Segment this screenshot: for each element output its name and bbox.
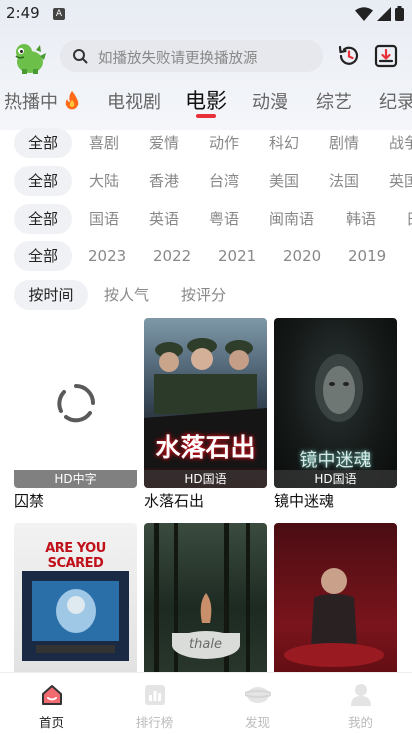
quality-badge: HD国语 bbox=[274, 470, 397, 488]
bottom-navigation: 首页 排行榜 发现 我的 bbox=[0, 672, 412, 734]
movie-title: 镜中迷魂 bbox=[274, 492, 335, 510]
discover-icon bbox=[244, 687, 271, 703]
filter-language: 全部 国语 英语 粤语 闽南语 韩语 日语 bbox=[0, 204, 412, 234]
movie-card[interactable]: ARE YOU SCARED bbox=[14, 523, 137, 672]
poster-title-text: 镜中迷魂 bbox=[299, 450, 372, 471]
filter-chip[interactable]: 英国 bbox=[389, 166, 412, 196]
filter-chip[interactable]: 动作 bbox=[209, 128, 239, 158]
filter-chip[interactable]: 按评分 bbox=[181, 280, 226, 310]
filter-chip[interactable]: 闽南语 bbox=[269, 204, 314, 234]
profile-icon bbox=[350, 684, 371, 706]
filter-chip[interactable]: 国语 bbox=[89, 204, 119, 234]
wifi-icon bbox=[355, 6, 373, 21]
poster-artwork bbox=[284, 568, 384, 667]
movie-poster: 镜中迷魂 HD国语 bbox=[274, 318, 397, 488]
history-icon[interactable] bbox=[337, 44, 361, 68]
poster-title-text: 水落石出 bbox=[155, 433, 256, 462]
filter-chip[interactable]: 英语 bbox=[149, 204, 179, 234]
battery-icon bbox=[395, 6, 404, 21]
category-tabs: 热播中 电视剧 电影 动漫 综艺 纪录 bbox=[0, 84, 412, 124]
app-logo-icon[interactable] bbox=[10, 40, 48, 74]
nav-label: 发现 bbox=[244, 715, 270, 730]
movie-poster bbox=[274, 523, 397, 672]
movie-poster: HD中字 bbox=[14, 318, 137, 488]
quality-badge: HD中字 bbox=[14, 470, 137, 488]
filter-chip[interactable]: 粤语 bbox=[209, 204, 239, 234]
filter-chip[interactable]: 战争 bbox=[389, 128, 412, 158]
nav-label: 我的 bbox=[347, 715, 373, 730]
ranking-icon bbox=[144, 685, 165, 705]
filter-genre: 全部 喜剧 爱情 动作 科幻 剧情 战争 bbox=[0, 128, 412, 158]
filter-chip[interactable]: 全部 bbox=[14, 204, 72, 234]
movie-card[interactable] bbox=[274, 523, 397, 672]
filter-chip[interactable]: 全部 bbox=[14, 128, 72, 158]
notification-app-icon: A bbox=[53, 8, 65, 20]
nav-profile[interactable]: 我的 bbox=[309, 673, 412, 734]
search-bar[interactable]: 如播放失败请更换播放源 bbox=[60, 40, 323, 72]
nav-label: 排行榜 bbox=[135, 715, 174, 730]
filter-chip[interactable]: 全部 bbox=[14, 241, 72, 271]
download-icon[interactable] bbox=[374, 44, 398, 68]
nav-home[interactable]: 首页 bbox=[0, 673, 103, 734]
movie-title: 囚禁 bbox=[14, 492, 45, 510]
nav-label: 首页 bbox=[38, 715, 64, 730]
active-tab-indicator bbox=[196, 114, 216, 118]
nav-ranking[interactable]: 排行榜 bbox=[103, 673, 206, 734]
filter-chip[interactable]: 韩语 bbox=[346, 204, 376, 234]
signal-icon bbox=[377, 6, 391, 21]
status-indicators bbox=[355, 6, 404, 21]
tab-variety[interactable]: 综艺 bbox=[316, 88, 352, 114]
quality-badge: HD国语 bbox=[144, 470, 267, 488]
fire-icon bbox=[65, 91, 79, 110]
filter-chip[interactable]: 香港 bbox=[149, 166, 179, 196]
home-icon bbox=[41, 685, 62, 705]
filter-chip[interactable]: 2019 bbox=[348, 241, 386, 271]
filter-chip[interactable]: 按时间 bbox=[14, 280, 88, 310]
status-time: 2:49 bbox=[6, 4, 40, 22]
filter-year: 全部 2023 2022 2021 2020 2019 bbox=[0, 241, 412, 271]
filter-chip[interactable]: 2020 bbox=[283, 241, 321, 271]
movie-title: 水落石出 bbox=[144, 492, 205, 510]
filter-chip[interactable]: 法国 bbox=[329, 166, 359, 196]
filter-chip[interactable]: 大陆 bbox=[89, 166, 119, 196]
search-placeholder: 如播放失败请更换播放源 bbox=[98, 51, 258, 67]
filter-chip[interactable]: 2022 bbox=[153, 241, 191, 271]
filter-chip[interactable]: 喜剧 bbox=[89, 128, 119, 158]
filter-chip[interactable]: 台湾 bbox=[209, 166, 239, 196]
search-icon bbox=[73, 49, 88, 64]
tab-tv-series[interactable]: 电视剧 bbox=[107, 88, 161, 114]
loading-spinner-icon bbox=[57, 384, 95, 423]
movie-poster: 水落石出 HD国语 bbox=[144, 318, 267, 488]
status-bar: 2:49 A bbox=[0, 0, 412, 30]
tab-movies[interactable]: 电影 bbox=[185, 85, 227, 115]
filter-chip[interactable]: 2021 bbox=[218, 241, 256, 271]
filter-chip[interactable]: 爱情 bbox=[149, 128, 179, 158]
filter-chip[interactable]: 美国 bbox=[269, 166, 299, 196]
filter-chip[interactable]: 剧情 bbox=[329, 128, 359, 158]
movie-card[interactable]: thale bbox=[144, 523, 267, 672]
movie-poster: ARE YOU SCARED bbox=[14, 523, 137, 672]
filter-chip[interactable]: 2023 bbox=[88, 241, 126, 271]
poster-title-text: thale bbox=[189, 637, 222, 652]
tab-anime[interactable]: 动漫 bbox=[252, 88, 288, 114]
poster-artwork bbox=[22, 571, 129, 661]
filter-chip[interactable]: 全部 bbox=[14, 166, 72, 196]
tab-label: 热播中 bbox=[4, 92, 58, 113]
filter-sort: 按时间 按人气 按评分 bbox=[0, 280, 412, 310]
filter-chip[interactable]: 科幻 bbox=[269, 128, 299, 158]
tab-hot[interactable]: 热播中 bbox=[4, 88, 80, 114]
tab-documentary[interactable]: 纪录 bbox=[379, 88, 412, 114]
filter-region: 全部 大陆 香港 台湾 美国 法国 英国 bbox=[0, 166, 412, 196]
nav-discover[interactable]: 发现 bbox=[206, 673, 309, 734]
movie-poster: thale bbox=[144, 523, 267, 672]
filter-chip[interactable]: 按人气 bbox=[104, 280, 149, 310]
filter-chip[interactable]: 日语 bbox=[406, 204, 412, 234]
